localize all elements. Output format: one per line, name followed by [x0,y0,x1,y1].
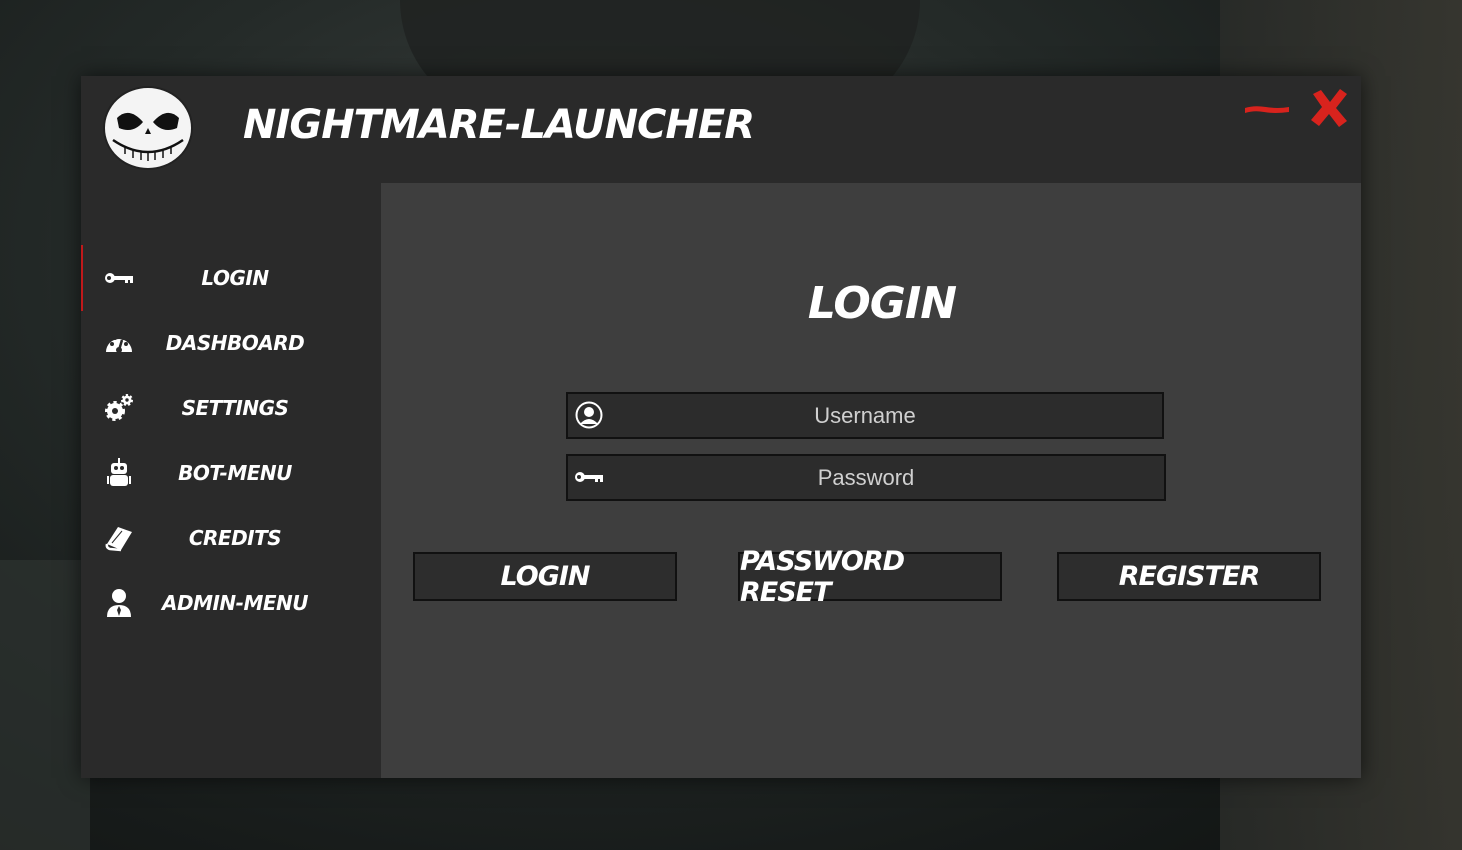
book-icon [103,522,135,554]
sidebar-item-admin-menu[interactable]: ADMIN-MENU [81,573,381,633]
password-reset-button[interactable]: PASSWORD RESET [738,546,1002,608]
password-input[interactable] [568,455,1164,500]
sidebar-item-label: ADMIN-MENU [161,591,309,615]
dashboard-gauge-icon [103,327,135,359]
key-icon [574,462,604,492]
user-circle-icon [574,400,604,430]
sidebar-item-settings[interactable]: SETTINGS [81,378,381,438]
sidebar-item-dashboard[interactable]: DASHBOARD [81,313,381,373]
minimize-icon[interactable] [1244,101,1290,115]
sidebar: LOGIN DASHBOARD SETTINGS BOT-MENU CREDIT… [81,183,381,778]
sidebar-item-label: SETTINGS [181,396,289,420]
title-bar[interactable]: NIGHTMARE-LAUNCHER [81,76,1361,183]
robot-icon [103,457,135,489]
sidebar-item-label: BOT-MENU [178,461,292,485]
admin-user-icon [103,587,135,619]
main-panel: LOGIN LOGIN PASSWORD RESET REGISTER [381,183,1361,778]
app-title: NIGHTMARE-LAUNCHER [243,102,755,148]
sidebar-item-bot-menu[interactable]: BOT-MENU [81,443,381,503]
sidebar-item-label: CREDITS [188,526,282,550]
username-input[interactable] [568,393,1162,438]
close-icon[interactable] [1309,88,1349,128]
sidebar-item-credits[interactable]: CREDITS [81,508,381,568]
sidebar-item-login[interactable]: LOGIN [81,245,381,311]
page-title: LOGIN [807,278,957,329]
password-field[interactable] [566,454,1166,501]
key-icon [103,262,135,294]
username-field[interactable] [566,392,1164,439]
register-button[interactable]: REGISTER [1057,552,1321,601]
login-button[interactable]: LOGIN [413,552,677,601]
sidebar-item-label: DASHBOARD [165,331,305,355]
launcher-window: NIGHTMARE-LAUNCHER LOGIN DASHBOARD SETTI… [81,76,1361,778]
gears-icon [103,392,135,424]
sidebar-item-label: LOGIN [201,266,269,290]
background-shadow [0,560,90,850]
skull-face-icon [103,84,193,170]
